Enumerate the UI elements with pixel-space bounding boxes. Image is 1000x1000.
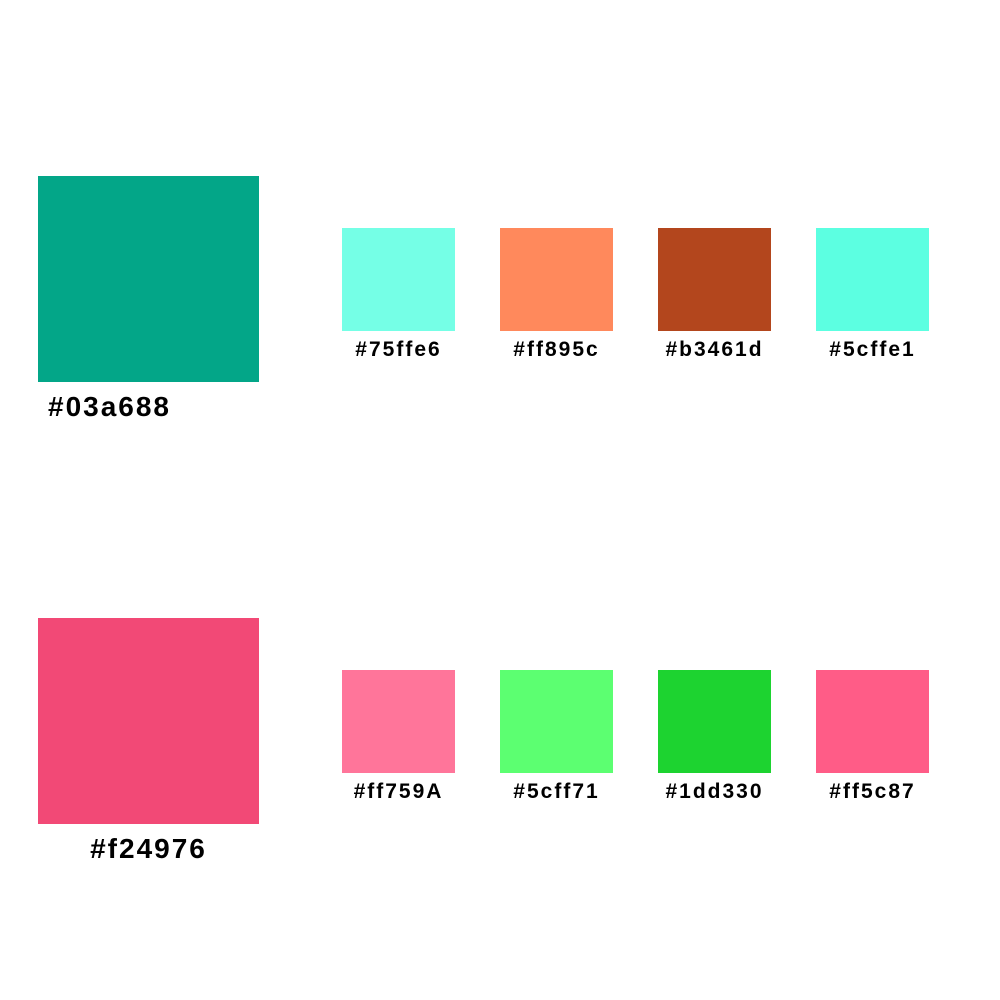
- shade-swatch-color: [816, 670, 929, 773]
- shade-swatch-label: #ff759A: [353, 780, 444, 803]
- shade-swatch-label: #5cff71: [513, 780, 600, 803]
- palette-2: #f24976 #ff759A #5cff71 #1dd330 #ff5c87: [0, 618, 1000, 868]
- shade-swatch: #5cff71: [500, 670, 613, 805]
- shade-swatch: #75ffe6: [342, 228, 455, 363]
- shade-swatch-label: #75ffe6: [355, 338, 442, 361]
- shade-swatch: #b3461d: [658, 228, 771, 363]
- shade-swatch-color: [342, 670, 455, 773]
- shade-swatch-label: #5cffe1: [829, 338, 916, 361]
- shade-swatch-color: [342, 228, 455, 331]
- main-color-swatch: [38, 176, 259, 382]
- palette-1: #03a688 #75ffe6 #ff895c #b3461d #5cffe1: [0, 176, 1000, 426]
- shade-swatch: #ff759A: [342, 670, 455, 805]
- main-color-label: #03a688: [48, 391, 172, 422]
- shade-swatch: #1dd330: [658, 670, 771, 805]
- shade-swatch: #ff895c: [500, 228, 613, 363]
- shade-swatch-color: [658, 228, 771, 331]
- main-color-swatch: [38, 618, 259, 824]
- shade-swatch-color: [816, 228, 929, 331]
- shade-swatch-color: [658, 670, 771, 773]
- main-color-label: #f24976: [90, 833, 207, 864]
- shade-swatch-label: #b3461d: [665, 338, 764, 361]
- shade-swatch: #ff5c87: [816, 670, 929, 805]
- shade-swatch-label: #ff5c87: [829, 780, 916, 803]
- shade-swatch: #5cffe1: [816, 228, 929, 363]
- shade-swatch-row: #ff759A #5cff71 #1dd330 #ff5c87: [342, 670, 942, 810]
- shade-swatch-color: [500, 670, 613, 773]
- shade-swatch-row: #75ffe6 #ff895c #b3461d #5cffe1: [342, 228, 942, 368]
- shade-swatch-label: #1dd330: [665, 780, 764, 803]
- shade-swatch-label: #ff895c: [513, 338, 600, 361]
- shade-swatch-color: [500, 228, 613, 331]
